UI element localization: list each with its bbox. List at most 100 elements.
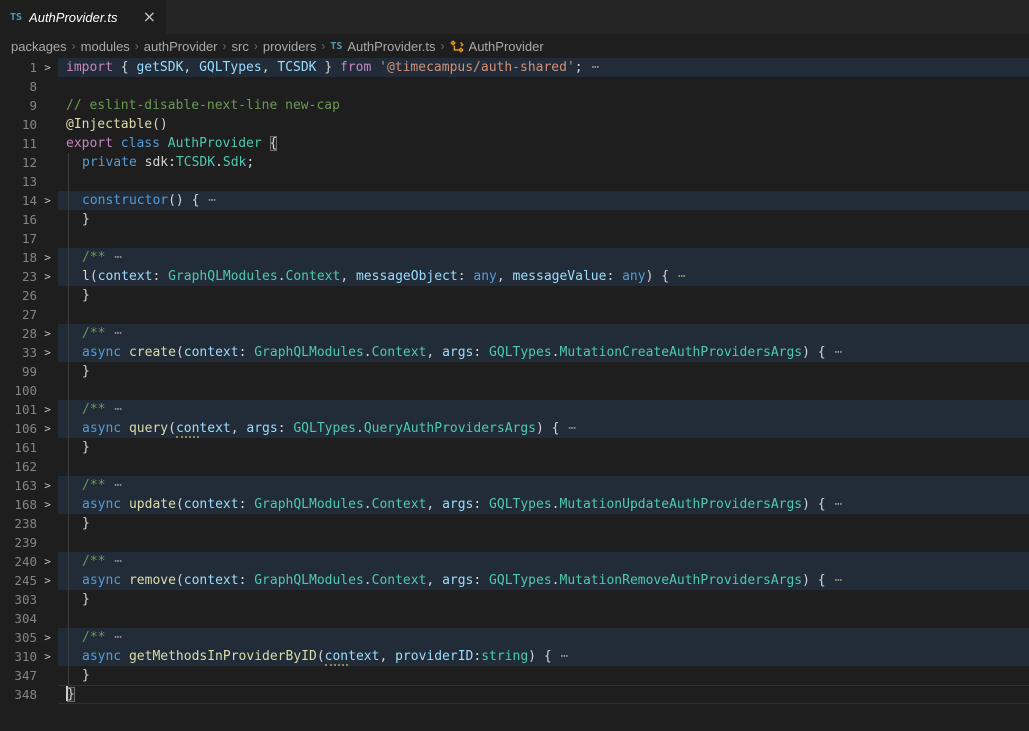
code-line[interactable]: 163>/** ⋯ xyxy=(0,476,1029,495)
folded-code-ellipsis[interactable]: ⋯ xyxy=(669,269,687,284)
code-line[interactable]: 26} xyxy=(0,286,1029,305)
line-number[interactable]: 101 xyxy=(0,400,37,419)
code-line[interactable]: 304 xyxy=(0,609,1029,628)
code-line[interactable]: 99} xyxy=(0,362,1029,381)
line-number[interactable]: 168 xyxy=(0,495,37,514)
code-line[interactable]: 9// eslint-disable-next-line new-cap xyxy=(0,96,1029,115)
line-number[interactable]: 11 xyxy=(0,134,37,153)
code-line[interactable]: 27 xyxy=(0,305,1029,324)
fold-chevron-icon[interactable]: > xyxy=(37,400,58,419)
line-number[interactable]: 8 xyxy=(0,77,37,96)
code-line[interactable]: 28>/** ⋯ xyxy=(0,324,1029,343)
code-line[interactable]: 101>/** ⋯ xyxy=(0,400,1029,419)
fold-chevron-icon[interactable]: > xyxy=(37,476,58,495)
breadcrumb-item-packages[interactable]: packages xyxy=(11,39,67,54)
line-number[interactable]: 162 xyxy=(0,457,37,476)
code-line[interactable]: 100 xyxy=(0,381,1029,400)
breadcrumb-item-modules[interactable]: modules xyxy=(81,39,130,54)
line-number[interactable]: 304 xyxy=(0,609,37,628)
folded-code-ellipsis[interactable]: ⋯ xyxy=(105,554,123,569)
folded-code-ellipsis[interactable]: ⋯ xyxy=(199,193,217,208)
code-line[interactable]: 245>async remove(context: GraphQLModules… xyxy=(0,571,1029,590)
code-line[interactable]: 14>constructor() { ⋯ xyxy=(0,191,1029,210)
fold-chevron-icon[interactable]: > xyxy=(37,552,58,571)
breadcrumb-item-providers[interactable]: providers xyxy=(263,39,316,54)
folded-code-ellipsis[interactable]: ⋯ xyxy=(552,649,570,664)
folded-code-ellipsis[interactable]: ⋯ xyxy=(583,60,601,75)
fold-chevron-icon[interactable]: > xyxy=(37,419,58,438)
line-number[interactable]: 10 xyxy=(0,115,37,134)
line-number[interactable]: 348 xyxy=(0,685,37,704)
line-number[interactable]: 239 xyxy=(0,533,37,552)
line-number[interactable]: 26 xyxy=(0,286,37,305)
breadcrumb-item-src[interactable]: src xyxy=(232,39,249,54)
code-line[interactable]: 10@Injectable() xyxy=(0,115,1029,134)
line-number[interactable]: 161 xyxy=(0,438,37,457)
line-number[interactable]: 347 xyxy=(0,666,37,685)
line-number[interactable]: 106 xyxy=(0,419,37,438)
breadcrumb-item-symbol[interactable]: AuthProvider xyxy=(450,39,544,54)
code-line[interactable]: 238} xyxy=(0,514,1029,533)
line-number[interactable]: 1 xyxy=(0,58,37,77)
line-number[interactable]: 305 xyxy=(0,628,37,647)
folded-code-ellipsis[interactable]: ⋯ xyxy=(105,250,123,265)
line-number[interactable]: 16 xyxy=(0,210,37,229)
folded-code-ellipsis[interactable]: ⋯ xyxy=(105,402,123,417)
code-line[interactable]: 106>async query(context, args: GQLTypes.… xyxy=(0,419,1029,438)
fold-chevron-icon[interactable]: > xyxy=(37,58,58,77)
line-number[interactable]: 303 xyxy=(0,590,37,609)
breadcrumb-item-file[interactable]: TS AuthProvider.ts xyxy=(330,39,435,54)
fold-chevron-icon[interactable]: > xyxy=(37,628,58,647)
line-number[interactable]: 100 xyxy=(0,381,37,400)
folded-code-ellipsis[interactable]: ⋯ xyxy=(826,497,844,512)
line-number[interactable]: 12 xyxy=(0,153,37,172)
code-line[interactable]: 161} xyxy=(0,438,1029,457)
line-number[interactable]: 17 xyxy=(0,229,37,248)
line-number[interactable]: 33 xyxy=(0,343,37,362)
folded-code-ellipsis[interactable]: ⋯ xyxy=(826,573,844,588)
code-line[interactable]: 347} xyxy=(0,666,1029,685)
code-line[interactable]: 239 xyxy=(0,533,1029,552)
fold-chevron-icon[interactable]: > xyxy=(37,571,58,590)
line-number[interactable]: 310 xyxy=(0,647,37,666)
fold-chevron-icon[interactable]: > xyxy=(37,495,58,514)
close-icon[interactable]: × xyxy=(143,9,156,25)
code-line[interactable]: 303} xyxy=(0,590,1029,609)
fold-chevron-icon[interactable]: > xyxy=(37,343,58,362)
code-line[interactable]: 11export class AuthProvider { xyxy=(0,134,1029,153)
line-number[interactable]: 18 xyxy=(0,248,37,267)
line-number[interactable]: 23 xyxy=(0,267,37,286)
code-line[interactable]: 162 xyxy=(0,457,1029,476)
line-number[interactable]: 238 xyxy=(0,514,37,533)
folded-code-ellipsis[interactable]: ⋯ xyxy=(105,478,123,493)
code-line[interactable]: 18>/** ⋯ xyxy=(0,248,1029,267)
code-line[interactable]: 17 xyxy=(0,229,1029,248)
code-line[interactable]: 240>/** ⋯ xyxy=(0,552,1029,571)
fold-chevron-icon[interactable]: > xyxy=(37,324,58,343)
fold-chevron-icon[interactable]: > xyxy=(37,191,58,210)
fold-chevron-icon[interactable]: > xyxy=(37,267,58,286)
line-number[interactable]: 240 xyxy=(0,552,37,571)
line-number[interactable]: 28 xyxy=(0,324,37,343)
breadcrumb-item-authprovider[interactable]: authProvider xyxy=(144,39,218,54)
line-number[interactable]: 27 xyxy=(0,305,37,324)
line-number[interactable]: 9 xyxy=(0,96,37,115)
code-line[interactable]: 16} xyxy=(0,210,1029,229)
code-line[interactable]: 1>import { getSDK, GQLTypes, TCSDK } fro… xyxy=(0,58,1029,77)
code-line[interactable]: 348} xyxy=(0,685,1029,704)
folded-code-ellipsis[interactable]: ⋯ xyxy=(105,326,123,341)
code-line[interactable]: 12private sdk:TCSDK.Sdk; xyxy=(0,153,1029,172)
line-number[interactable]: 245 xyxy=(0,571,37,590)
folded-code-ellipsis[interactable]: ⋯ xyxy=(826,345,844,360)
code-line[interactable]: 305>/** ⋯ xyxy=(0,628,1029,647)
line-number[interactable]: 13 xyxy=(0,172,37,191)
code-line[interactable]: 23>l(context: GraphQLModules.Context, me… xyxy=(0,267,1029,286)
code-line[interactable]: 33>async create(context: GraphQLModules.… xyxy=(0,343,1029,362)
folded-code-ellipsis[interactable]: ⋯ xyxy=(105,630,123,645)
fold-chevron-icon[interactable]: > xyxy=(37,647,58,666)
code-line[interactable]: 168>async update(context: GraphQLModules… xyxy=(0,495,1029,514)
line-number[interactable]: 14 xyxy=(0,191,37,210)
code-editor[interactable]: 1>import { getSDK, GQLTypes, TCSDK } fro… xyxy=(0,58,1029,704)
fold-chevron-icon[interactable]: > xyxy=(37,248,58,267)
code-line[interactable]: 13 xyxy=(0,172,1029,191)
